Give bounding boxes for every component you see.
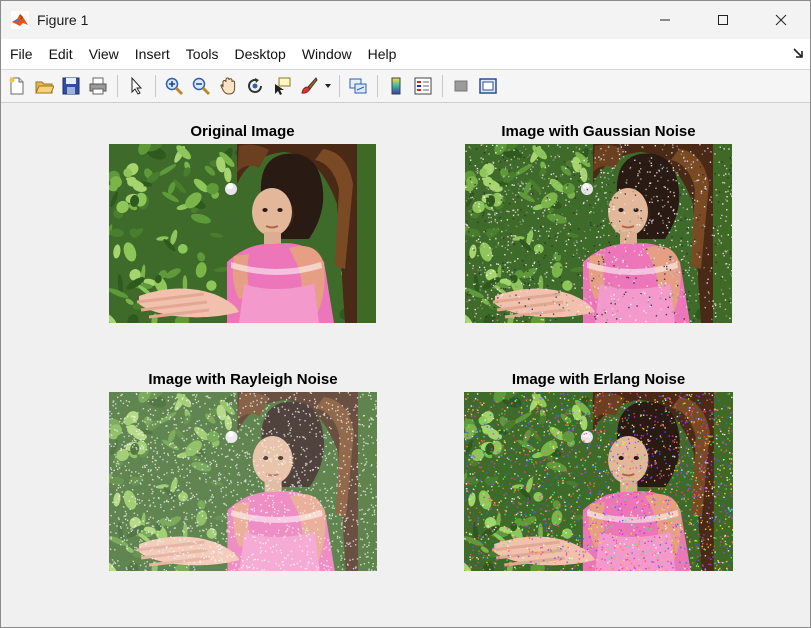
matlab-logo-icon	[11, 11, 29, 29]
zoom-in-button[interactable]	[161, 73, 187, 99]
menu-file[interactable]: File	[1, 39, 41, 69]
new-figure-button[interactable]	[4, 73, 30, 99]
gaussian-noise-image	[465, 144, 732, 323]
title-bar[interactable]: Figure 1	[1, 1, 810, 39]
zoom-out-icon	[192, 77, 211, 96]
rayleigh-noise-image	[109, 392, 377, 571]
open-file-button[interactable]	[31, 73, 57, 99]
show-plot-tools-button[interactable]	[475, 73, 501, 99]
maximize-button[interactable]	[694, 1, 752, 39]
menu-window[interactable]: Window	[294, 39, 360, 69]
menu-help[interactable]: Help	[360, 39, 405, 69]
window-title: Figure 1	[37, 12, 89, 28]
brush-button[interactable]	[296, 73, 322, 99]
menu-insert[interactable]: Insert	[127, 39, 178, 69]
figure-toolbar	[1, 70, 810, 103]
chevron-down-icon	[325, 84, 331, 88]
figure-window: Figure 1 File Edit View Insert Tools Des…	[0, 0, 811, 628]
new-figure-icon	[9, 77, 24, 95]
pan-button[interactable]	[215, 73, 241, 99]
menu-view[interactable]: View	[81, 39, 127, 69]
toolbar-separator	[442, 75, 443, 97]
subplot-original: Original Image	[109, 123, 376, 323]
erlang-noise-image	[464, 392, 733, 571]
data-cursor-button[interactable]	[269, 73, 295, 99]
save-icon	[62, 77, 80, 95]
menu-tools[interactable]: Tools	[178, 39, 227, 69]
menu-desktop[interactable]: Desktop	[226, 39, 293, 69]
open-file-icon	[35, 81, 54, 94]
save-button[interactable]	[58, 73, 84, 99]
subplot-rayleigh: Image with Rayleigh Noise	[109, 371, 377, 571]
data-cursor-icon	[275, 77, 291, 95]
close-icon	[775, 14, 787, 26]
show-plot-tools-icon	[479, 78, 497, 94]
close-button[interactable]	[752, 1, 810, 39]
subplot-gaussian: Image with Gaussian Noise	[465, 123, 732, 323]
link-plot-button[interactable]	[345, 73, 371, 99]
figure-canvas: Original Image Image with Gaussian Noise…	[1, 103, 810, 627]
link-plot-icon	[349, 78, 367, 94]
menu-bar: File Edit View Insert Tools Desktop Wind…	[1, 39, 810, 70]
rotate-3d-icon	[248, 78, 262, 93]
maximize-icon	[718, 15, 728, 25]
print-button[interactable]	[85, 73, 111, 99]
original-image	[109, 144, 376, 323]
edit-plot-arrow-icon	[131, 76, 143, 95]
legend-button[interactable]	[410, 73, 436, 99]
toolbar-separator	[339, 75, 340, 97]
edit-plot-button[interactable]	[123, 73, 149, 99]
toolbar-separator	[117, 75, 118, 97]
dock-arrow-icon[interactable]	[792, 47, 804, 59]
pan-hand-icon	[220, 77, 236, 95]
minimize-button[interactable]	[636, 1, 694, 39]
subplot-title: Image with Erlang Noise	[511, 371, 686, 388]
zoom-in-icon	[165, 77, 184, 96]
legend-icon	[414, 77, 432, 95]
colorbar-icon	[391, 77, 401, 95]
subplot-title: Image with Rayleigh Noise	[148, 371, 338, 388]
print-icon	[89, 77, 107, 95]
toolbar-separator	[155, 75, 156, 97]
rotate-3d-button[interactable]	[242, 73, 268, 99]
subplot-title: Image with Gaussian Noise	[501, 123, 696, 140]
menu-edit[interactable]: Edit	[41, 39, 81, 69]
subplot-erlang: Image with Erlang Noise	[464, 371, 733, 571]
zoom-out-button[interactable]	[188, 73, 214, 99]
colorbar-button[interactable]	[383, 73, 409, 99]
toolbar-separator	[377, 75, 378, 97]
brush-dropdown-button[interactable]	[323, 73, 333, 99]
hide-plot-tools-button[interactable]	[448, 73, 474, 99]
brush-icon	[301, 77, 318, 94]
minimize-icon	[660, 19, 670, 21]
subplot-title: Original Image	[190, 123, 295, 140]
hide-plot-tools-icon	[454, 80, 468, 92]
